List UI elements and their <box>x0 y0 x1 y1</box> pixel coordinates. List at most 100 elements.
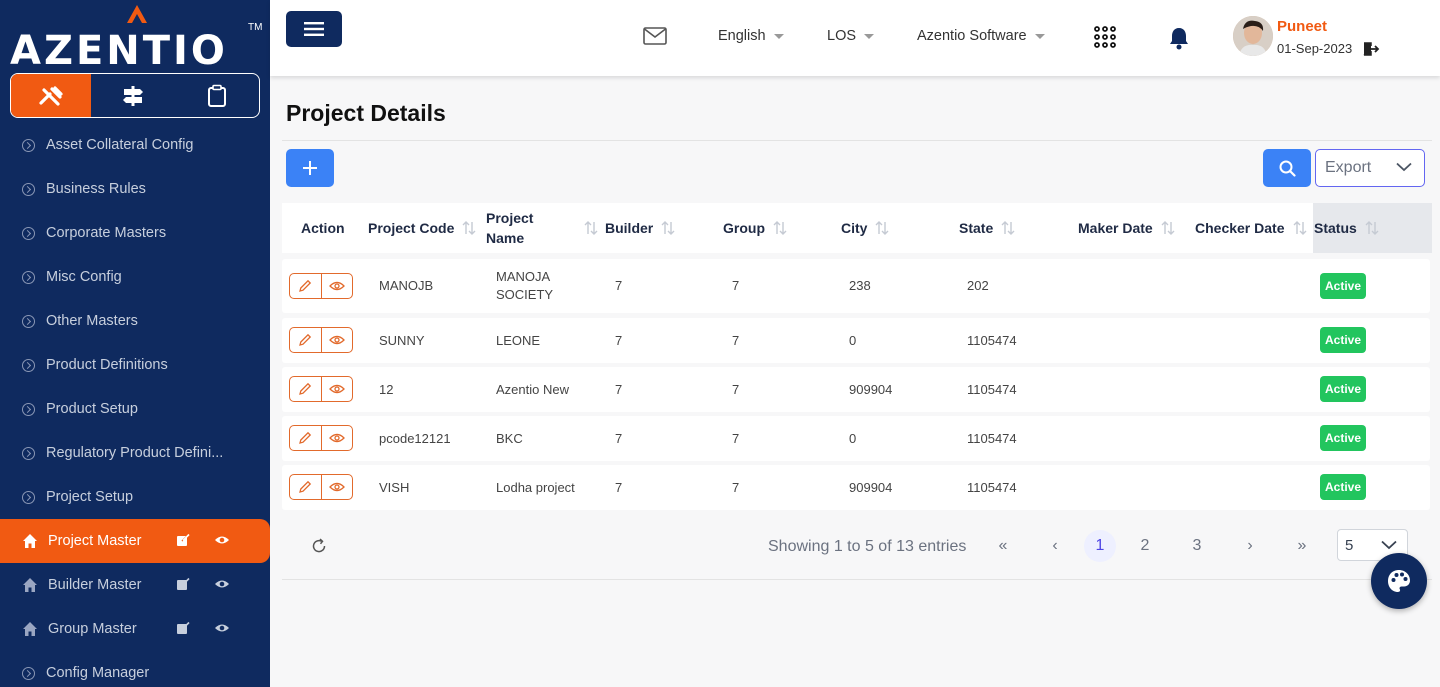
sort-icon[interactable] <box>1293 220 1307 236</box>
column-header-project-code[interactable]: Project Code <box>368 203 476 253</box>
view-button[interactable] <box>320 328 353 352</box>
chevron-circle-icon <box>22 666 35 680</box>
sidebar-item-config-manager[interactable]: Config Manager <box>0 651 270 687</box>
company-select[interactable]: Azentio Software <box>917 28 1045 44</box>
sidebar-item-group-master[interactable]: Group Master <box>0 607 270 651</box>
cell-city: 238 <box>849 278 871 293</box>
cell-city: 0 <box>849 430 857 446</box>
sidebar-item-business-rules[interactable]: Business Rules <box>0 167 270 211</box>
eye-icon <box>328 281 345 291</box>
edit-button[interactable] <box>290 426 321 450</box>
chevron-circle-icon <box>22 182 35 196</box>
eye-icon[interactable] <box>214 577 230 591</box>
status-badge: Active <box>1320 425 1366 451</box>
pencil-icon <box>299 431 312 444</box>
tab-clipboard[interactable] <box>175 74 259 117</box>
export-select[interactable]: Export <box>1315 149 1425 187</box>
cell-project-code: MANOJB <box>379 278 434 293</box>
cell-city: 909904 <box>849 479 893 495</box>
mail-icon[interactable] <box>643 27 667 45</box>
view-button[interactable] <box>320 274 353 298</box>
sort-icon[interactable] <box>1001 220 1015 236</box>
sort-icon[interactable] <box>875 220 889 236</box>
chevron-down-icon <box>1381 540 1397 550</box>
column-header-state[interactable]: State <box>959 203 1015 253</box>
pencil-icon <box>299 279 312 292</box>
sort-icon[interactable] <box>1365 220 1379 236</box>
view-button[interactable] <box>320 426 353 450</box>
cell-state: 1105474 <box>967 430 1017 446</box>
user-name[interactable]: Puneet <box>1277 18 1327 35</box>
pencil-icon <box>299 382 312 395</box>
sort-icon[interactable] <box>773 220 787 236</box>
tab-tools[interactable] <box>11 74 91 117</box>
avatar[interactable] <box>1233 16 1273 56</box>
eye-icon[interactable] <box>214 533 230 547</box>
column-header-maker-date[interactable]: Maker Date <box>1078 203 1175 253</box>
tab-signpost[interactable] <box>91 74 175 117</box>
first-page-button[interactable]: « <box>987 530 1019 562</box>
language-select[interactable]: English <box>718 28 784 44</box>
edit-button[interactable] <box>290 377 321 401</box>
cell-state: 1105474 <box>967 332 1017 348</box>
refresh-icon[interactable] <box>311 538 327 554</box>
search-button[interactable] <box>1263 149 1311 187</box>
sidebar-item-project-setup[interactable]: Project Setup <box>0 475 270 519</box>
column-header-project-name[interactable]: Project Name <box>486 203 601 253</box>
edit-button[interactable] <box>290 475 321 499</box>
sidebar-item-asset-collateral-config[interactable]: Asset Collateral Config <box>0 123 270 167</box>
column-header-status[interactable]: Status <box>1313 203 1432 253</box>
cell-builder: 7 <box>615 278 623 293</box>
table-footer: Showing 1 to 5 of 13 entries « ‹ 1 2 3 ›… <box>282 520 1432 580</box>
edit-icon[interactable] <box>176 533 190 547</box>
sidebar-item-label: Builder Master <box>48 577 142 593</box>
sidebar-item-builder-master[interactable]: Builder Master <box>0 563 270 607</box>
sidebar-item-misc-config[interactable]: Misc Config <box>0 255 270 299</box>
edit-icon[interactable] <box>176 577 190 591</box>
sidebar-item-project-master[interactable]: Project Master <box>0 519 270 563</box>
sidebar-item-label: Asset Collateral Config <box>46 137 194 153</box>
view-button[interactable] <box>320 377 353 401</box>
sidebar-item-label: Other Masters <box>46 313 138 329</box>
add-project-button[interactable] <box>286 149 334 187</box>
column-label: Project Code <box>368 220 455 236</box>
next-page-button[interactable]: › <box>1234 530 1266 562</box>
eye-icon[interactable] <box>214 621 230 635</box>
sort-icon[interactable] <box>584 220 598 236</box>
sidebar-item-corporate-masters[interactable]: Corporate Masters <box>0 211 270 255</box>
page-button-1[interactable]: 1 <box>1084 530 1116 562</box>
view-button[interactable] <box>320 475 353 499</box>
last-page-button[interactable]: » <box>1286 530 1318 562</box>
page-button-2[interactable]: 2 <box>1129 530 1161 562</box>
sort-icon[interactable] <box>1161 220 1175 236</box>
row-actions <box>289 425 353 451</box>
sidebar-item-product-setup[interactable]: Product Setup <box>0 387 270 431</box>
theme-palette-button[interactable] <box>1371 553 1427 609</box>
column-header-group[interactable]: Group <box>723 203 787 253</box>
home-icon <box>23 622 37 636</box>
sort-icon[interactable] <box>462 220 476 236</box>
apps-grid-icon[interactable] <box>1094 26 1116 48</box>
sidebar-item-product-definitions[interactable]: Product Definitions <box>0 343 270 387</box>
menu-toggle-button[interactable] <box>286 11 342 47</box>
edit-button[interactable] <box>290 274 321 298</box>
eye-icon <box>328 433 345 443</box>
sidebar-item-regulatory-product[interactable]: Regulatory Product Defini... <box>0 431 270 475</box>
column-header-city[interactable]: City <box>841 203 889 253</box>
sidebar-item-other-masters[interactable]: Other Masters <box>0 299 270 343</box>
logout-icon[interactable] <box>1362 41 1380 57</box>
bell-icon[interactable] <box>1168 26 1190 50</box>
sidebar-item-label: Project Setup <box>46 489 134 505</box>
column-header-builder[interactable]: Builder <box>605 203 675 253</box>
column-header-checker-date[interactable]: Checker Date <box>1195 203 1307 253</box>
edit-icon[interactable] <box>176 621 190 635</box>
edit-button[interactable] <box>290 328 321 352</box>
chevron-circle-icon <box>22 226 35 240</box>
page-button-3[interactable]: 3 <box>1181 530 1213 562</box>
prev-page-button[interactable]: ‹ <box>1039 530 1071 562</box>
eye-icon <box>328 482 345 492</box>
sidebar: AZENTIO TM Asset Collateral Config Busin… <box>0 0 270 687</box>
column-label: Status <box>1314 220 1357 236</box>
sort-icon[interactable] <box>661 220 675 236</box>
module-select[interactable]: LOS <box>827 28 875 44</box>
